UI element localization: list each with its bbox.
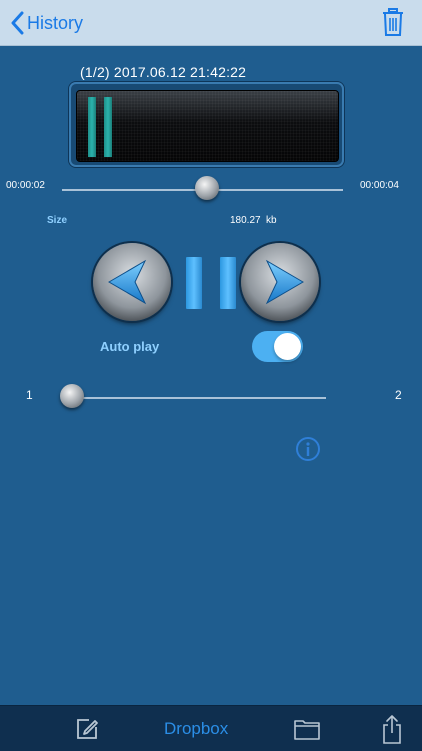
share-icon bbox=[383, 714, 401, 744]
pause-icon bbox=[220, 257, 236, 309]
next-arrow-icon bbox=[265, 259, 304, 305]
back-label: History bbox=[27, 12, 84, 33]
info-button[interactable] bbox=[295, 436, 321, 467]
compose-button[interactable] bbox=[75, 706, 99, 751]
dropbox-button[interactable]: Dropbox bbox=[164, 706, 228, 751]
playback-knob[interactable] bbox=[195, 176, 219, 200]
size-value: 180.27 bbox=[230, 215, 261, 226]
trash-button[interactable] bbox=[382, 8, 404, 41]
pause-icon bbox=[186, 257, 202, 309]
pause-button[interactable] bbox=[186, 257, 236, 309]
dropbox-label: Dropbox bbox=[164, 718, 229, 738]
autoplay-label: Auto play bbox=[100, 339, 160, 354]
level-meter bbox=[69, 82, 344, 167]
pager-max: 2 bbox=[395, 388, 402, 402]
level-meter-screen bbox=[76, 90, 339, 162]
folder-button[interactable] bbox=[294, 706, 320, 751]
trash-icon bbox=[383, 8, 403, 36]
back-button[interactable]: History bbox=[10, 8, 83, 38]
compose-icon bbox=[77, 718, 98, 739]
info-icon bbox=[296, 437, 320, 461]
previous-button[interactable] bbox=[93, 243, 171, 321]
toggle-knob bbox=[274, 333, 301, 360]
current-time: 00:00:02 bbox=[6, 180, 45, 191]
bottom-toolbar: Dropbox bbox=[0, 705, 422, 751]
share-button[interactable] bbox=[380, 706, 404, 751]
prev-arrow-icon bbox=[108, 259, 147, 305]
chevron-left-icon bbox=[11, 11, 24, 35]
pager-knob[interactable] bbox=[60, 384, 84, 408]
size-unit: kb bbox=[266, 215, 277, 226]
size-label: Size bbox=[47, 215, 68, 226]
recording-title: (1/2) 2017.06.12 21:42:22 bbox=[80, 64, 247, 80]
pager-track[interactable] bbox=[72, 397, 326, 399]
next-button[interactable] bbox=[241, 243, 319, 321]
pager-min: 1 bbox=[26, 388, 33, 402]
level-bar-right bbox=[104, 97, 112, 157]
level-bar-left bbox=[88, 97, 96, 157]
total-time: 00:00:04 bbox=[360, 180, 399, 191]
folder-icon bbox=[294, 719, 320, 740]
autoplay-toggle[interactable] bbox=[252, 331, 303, 362]
nav-bar: History bbox=[0, 0, 422, 46]
